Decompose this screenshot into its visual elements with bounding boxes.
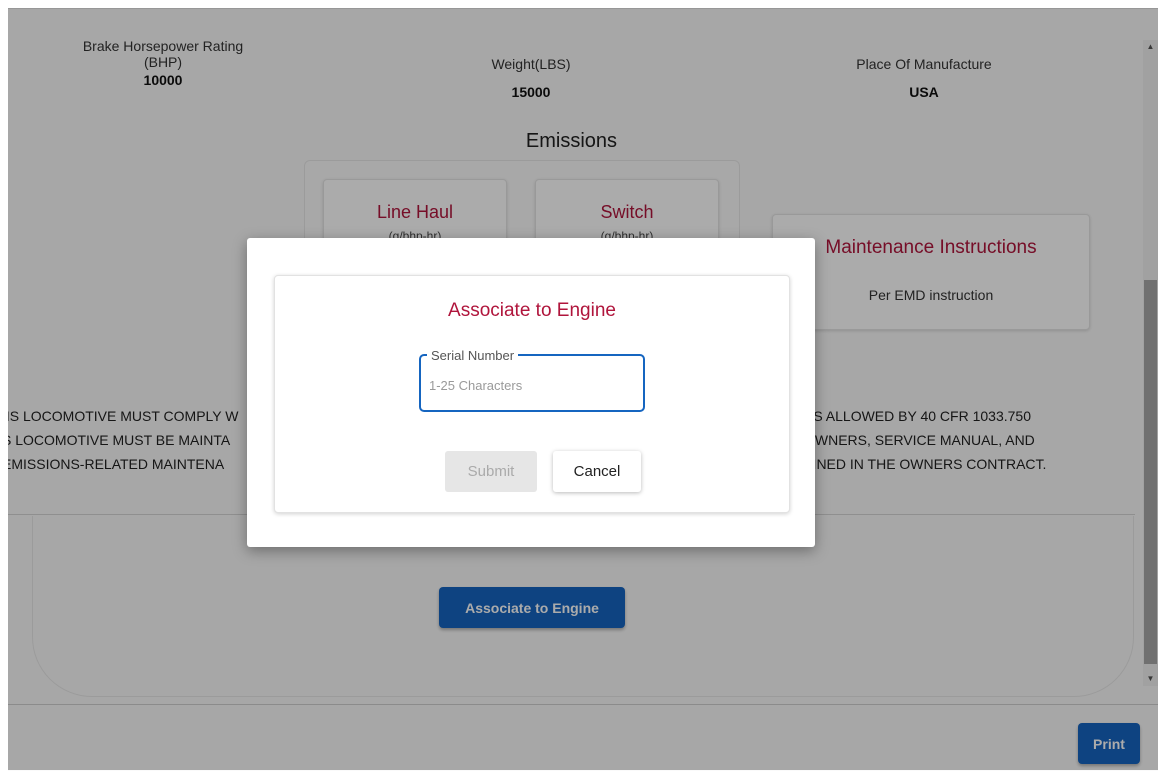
serial-number-input[interactable] [429,378,629,393]
associate-engine-card: Associate to Engine Serial Number Submit… [274,275,790,513]
submit-button[interactable]: Submit [445,451,537,492]
serial-number-field[interactable]: Serial Number [419,348,645,412]
cancel-button[interactable]: Cancel [553,451,641,492]
associate-engine-dialog: Associate to Engine Serial Number Submit… [247,238,815,547]
dialog-title: Associate to Engine [448,300,616,321]
serial-number-label: Serial Number [427,348,519,363]
